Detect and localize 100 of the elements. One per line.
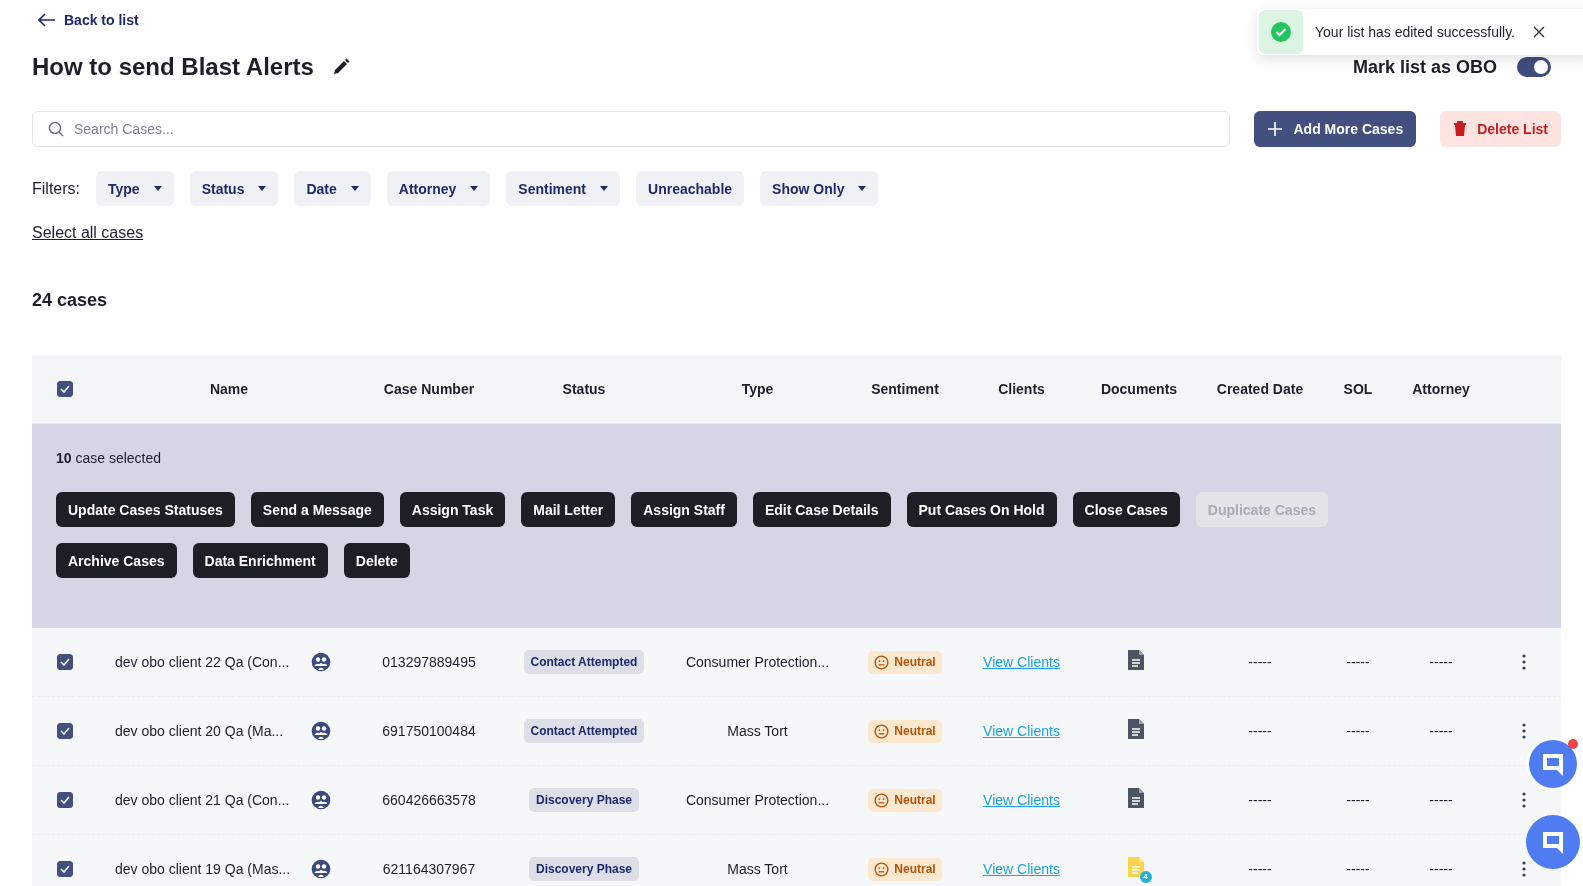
bulk-action-button[interactable]: Put Cases On Hold <box>906 492 1057 527</box>
search-icon <box>48 121 64 137</box>
filter-dropdown[interactable]: Date <box>294 171 371 206</box>
filter-dropdown[interactable]: Show Only <box>760 171 879 206</box>
bulk-action-button[interactable]: Archive Cases <box>56 543 177 578</box>
chat-bubble-icon[interactable] <box>1525 814 1581 870</box>
arrow-left-icon <box>38 13 56 27</box>
people-icon <box>311 790 331 810</box>
back-link[interactable]: Back to list <box>38 12 139 28</box>
case-count: 24 cases <box>32 290 109 311</box>
case-number: 660426663578 <box>381 792 477 808</box>
created-date: ----- <box>1247 723 1273 739</box>
sol-date: ----- <box>1345 861 1371 877</box>
attorney-name: ----- <box>1428 861 1454 877</box>
search-field[interactable]: Search Cases... <box>32 111 1231 147</box>
status-badge: Contact Attempted <box>523 650 645 674</box>
neutral-face-icon <box>874 654 890 670</box>
bulk-action-button[interactable]: Delete <box>343 543 410 578</box>
trash-icon <box>1453 121 1468 137</box>
column-header: SOL <box>1342 381 1374 397</box>
check-icon <box>60 796 70 804</box>
created-date: ----- <box>1247 654 1273 670</box>
case-name: dev obo client 22 Qa (Con... <box>115 654 291 670</box>
more-icon[interactable] <box>1521 792 1526 808</box>
created-date: ----- <box>1247 792 1273 808</box>
sentiment-badge: Neutral <box>868 857 942 881</box>
delete-list-button[interactable]: Delete List <box>1440 111 1561 147</box>
attorney-name: ----- <box>1428 723 1454 739</box>
column-header: Clients <box>997 381 1046 397</box>
filter-dropdown[interactable]: Sentiment <box>506 171 621 206</box>
neutral-face-icon <box>874 723 890 739</box>
people-icon <box>311 721 331 741</box>
case-name: dev obo client 21 Qa (Con... <box>115 792 291 808</box>
bulk-action-button[interactable]: Send a Message <box>250 492 384 527</box>
obo-toggle[interactable] <box>1517 57 1551 77</box>
pencil-icon[interactable] <box>331 58 350 76</box>
toast-message: Your list has edited successfully. <box>1315 24 1515 40</box>
status-badge: Discovery Phase <box>528 788 640 812</box>
sol-date: ----- <box>1345 723 1371 739</box>
row-checkbox[interactable] <box>57 861 73 877</box>
more-icon[interactable] <box>1521 654 1526 670</box>
bulk-action-button[interactable]: Update Cases Statuses <box>56 492 235 527</box>
filter-button[interactable]: Unreachable <box>636 171 745 206</box>
neutral-face-icon <box>874 861 890 877</box>
caret-down-icon <box>470 186 479 191</box>
column-header: Name <box>208 381 250 397</box>
add-cases-button[interactable]: Add More Cases <box>1254 111 1417 147</box>
column-header: Documents <box>1099 381 1179 397</box>
filter-dropdown[interactable]: Attorney <box>386 171 491 206</box>
filter-dropdown[interactable]: Status <box>189 171 279 206</box>
row-checkbox[interactable] <box>57 654 73 670</box>
obo-label: Mark list as OBO <box>1352 58 1497 76</box>
case-number: 013297889495 <box>381 654 477 670</box>
column-header: Type <box>740 381 775 397</box>
case-type: Mass Tort <box>726 861 789 877</box>
select-all-checkbox[interactable] <box>57 381 73 397</box>
column-header: Created Date <box>1215 381 1305 397</box>
case-name: dev obo client 19 Qa (Mas... <box>115 861 292 877</box>
more-icon[interactable] <box>1521 723 1526 739</box>
select-all-link[interactable]: Select all cases <box>32 224 144 242</box>
sentiment-badge: Neutral <box>868 719 942 743</box>
bulk-action-button[interactable]: Data Enrichment <box>192 543 328 578</box>
case-number: 691750100484 <box>381 723 477 739</box>
sol-date: ----- <box>1345 654 1371 670</box>
case-type: Mass Tort <box>726 723 789 739</box>
people-icon <box>311 652 331 672</box>
case-type: Consumer Protection... <box>684 654 831 670</box>
more-icon[interactable] <box>1521 861 1526 877</box>
plus-icon <box>1267 121 1284 137</box>
row-checkbox[interactable] <box>57 723 73 739</box>
sentiment-badge: Neutral <box>868 788 942 812</box>
bulk-action-button[interactable]: Close Cases <box>1072 492 1180 527</box>
check-icon <box>60 658 70 666</box>
filter-dropdown[interactable]: Type <box>96 171 174 206</box>
case-name: dev obo client 20 Qa (Ma... <box>115 723 285 739</box>
column-header: Case Number <box>382 381 476 397</box>
caret-down-icon <box>858 186 867 191</box>
column-header: Sentiment <box>870 381 940 397</box>
bulk-action-button[interactable]: Assign Staff <box>631 492 737 527</box>
check-icon <box>60 865 70 873</box>
caret-down-icon <box>600 186 609 191</box>
attorney-name: ----- <box>1428 792 1454 808</box>
close-icon[interactable] <box>1533 26 1545 38</box>
people-icon <box>311 859 331 879</box>
bulk-action-button[interactable]: Edit Case Details <box>752 492 891 527</box>
bulk-action-button[interactable]: Assign Task <box>399 492 506 527</box>
sol-date: ----- <box>1345 792 1371 808</box>
chat-bubble-icon[interactable] <box>1525 736 1581 792</box>
created-date: ----- <box>1247 861 1273 877</box>
bulk-action-button[interactable]: Mail Letter <box>521 492 616 527</box>
caret-down-icon <box>350 186 359 191</box>
row-checkbox[interactable] <box>57 792 73 808</box>
case-number: 621164307967 <box>381 861 477 877</box>
neutral-face-icon <box>874 792 890 808</box>
column-header: Status <box>561 381 607 397</box>
status-badge: Discovery Phase <box>528 857 640 881</box>
attorney-name: ----- <box>1428 654 1454 670</box>
filters-label: Filters: <box>32 179 80 198</box>
status-badge: Contact Attempted <box>523 719 645 743</box>
selection-summary: 10 case selected <box>56 450 163 466</box>
